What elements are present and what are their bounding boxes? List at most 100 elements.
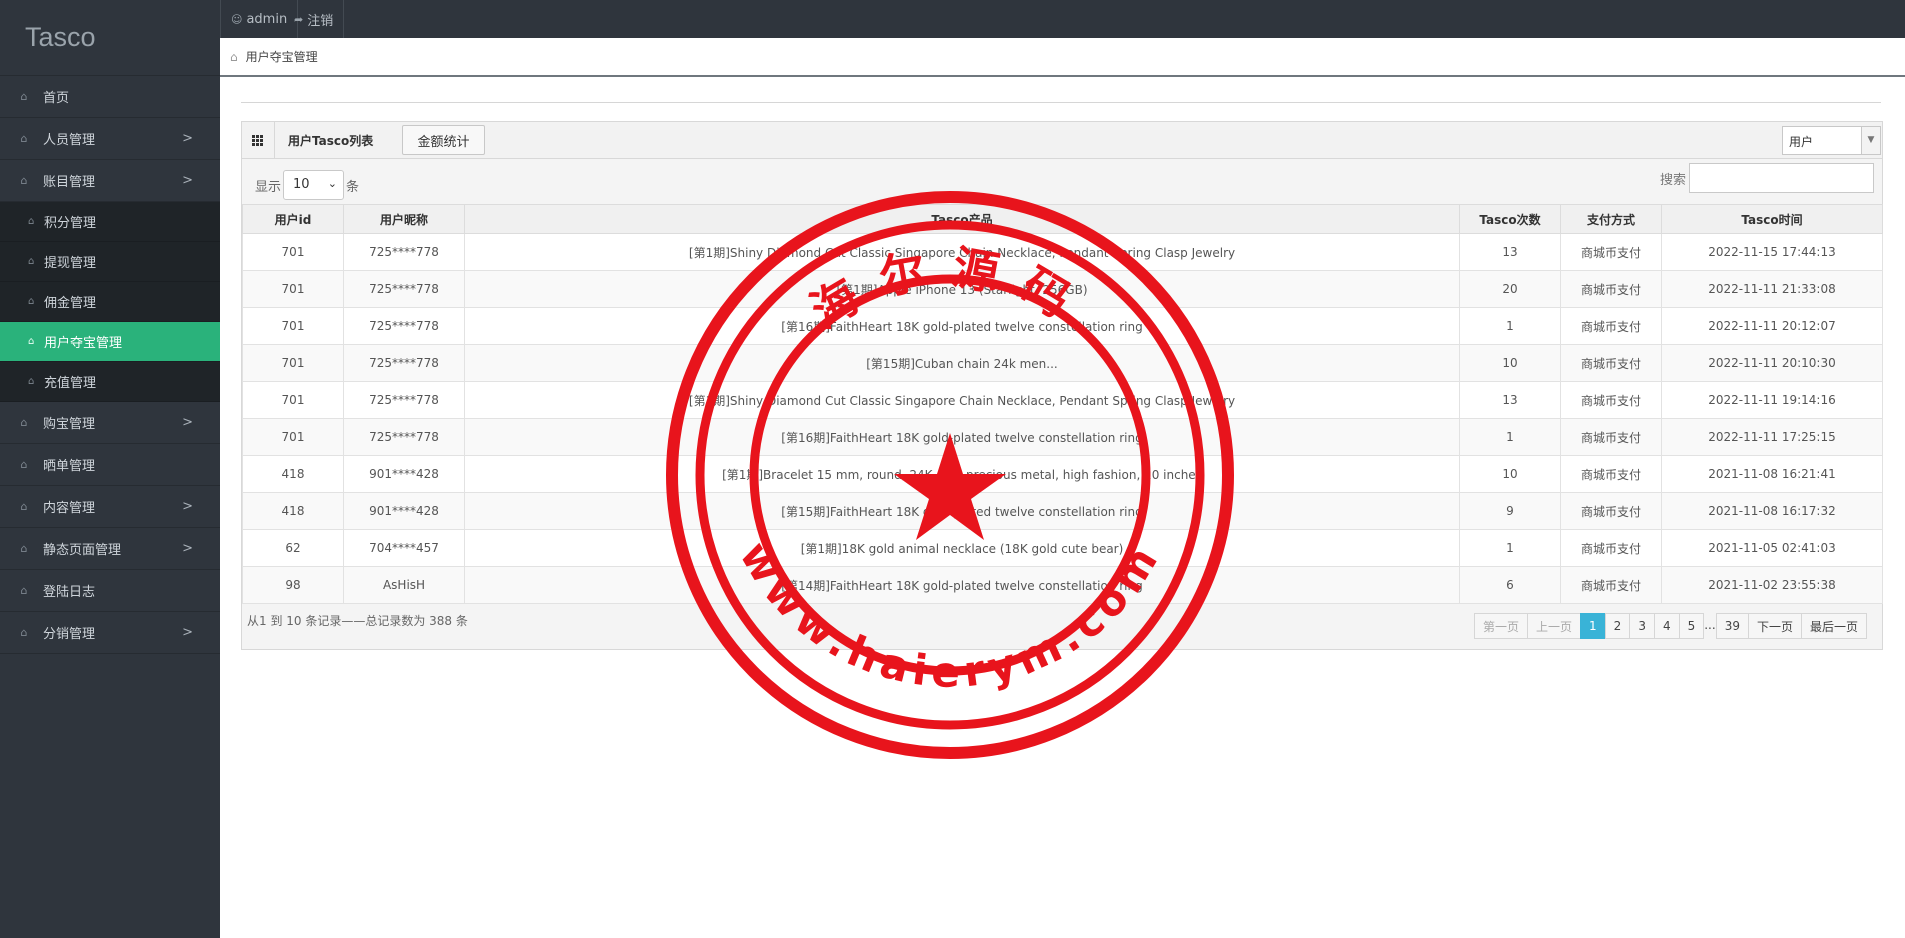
sidebar-item[interactable]: ⌂ 内容管理 > bbox=[0, 486, 220, 528]
table-cell: 725****778 bbox=[343, 381, 465, 419]
data-table: 用户id 用户昵称 Tasco产品 Tasco次数 支付方式 Tasco时间 701 725… bbox=[242, 204, 1883, 604]
home-icon: ⌂ bbox=[20, 541, 28, 555]
table-cell: 901****428 bbox=[343, 455, 465, 493]
last-page-button[interactable]: 最后一页 bbox=[1800, 613, 1867, 639]
table-cell: 1 bbox=[1459, 529, 1561, 567]
home-icon: ⌂ bbox=[20, 131, 28, 145]
page-button[interactable]: 4 bbox=[1653, 613, 1680, 639]
sidebar-subitem[interactable]: ⌂ 积分管理 bbox=[0, 202, 220, 242]
search-input[interactable] bbox=[1689, 163, 1874, 193]
table-cell: [第15期]Cuban chain 24k men... bbox=[464, 344, 1460, 382]
brand-logo[interactable]: Tasco bbox=[0, 0, 220, 76]
table-cell: 商城币支付 bbox=[1560, 381, 1662, 419]
table-cell: 2021-11-05 02:41:03 bbox=[1661, 529, 1883, 567]
home-icon[interactable]: ⌂ bbox=[230, 50, 238, 64]
logout-label: 注销 bbox=[307, 13, 334, 29]
table-row: 62 704****457 [第1期]18K gold animal necklac… bbox=[242, 529, 1883, 567]
page-button[interactable]: 3 bbox=[1629, 613, 1655, 639]
sidebar: Tasco ⌂ 首页 ⌂ 人员管理 > ⌂ 账目管理 > ⌂ 积分管理 ⌂ 提现管理 ⌂ 佣金管理 ⌂ 用户夺… bbox=[0, 0, 220, 938]
table-cell: 725****778 bbox=[343, 307, 465, 345]
table-cell: 701 bbox=[242, 381, 344, 419]
home-icon: ⌂ bbox=[20, 89, 28, 103]
sidebar-item[interactable]: ⌂ 静态页面管理 > bbox=[0, 528, 220, 570]
sidebar-item-label: 充值管理 bbox=[44, 376, 97, 391]
sidebar-subitem[interactable]: ⌂ 佣金管理 bbox=[0, 282, 220, 322]
table-cell: 10 bbox=[1459, 344, 1561, 382]
table-cell: [第1期]Bracelet 15 mm, round, 24K gold pre… bbox=[464, 455, 1460, 493]
table-cell: [第1期]Apple iPhone 13 (Starlight, 256GB) bbox=[464, 270, 1460, 308]
column-header[interactable]: Tasco产品 bbox=[464, 204, 1460, 234]
sidebar-subitem[interactable]: ⌂ 提现管理 bbox=[0, 242, 220, 282]
table-cell: 2022-11-11 17:25:15 bbox=[1661, 418, 1883, 456]
home-icon: ⌂ bbox=[28, 256, 35, 267]
table-cell: [第15期]FaithHeart 18K gold-plated twelve … bbox=[464, 492, 1460, 530]
divider bbox=[241, 102, 1881, 103]
sidebar-item[interactable]: ⌂ 首页 bbox=[0, 76, 220, 118]
sidebar-item[interactable]: ⌂ 人员管理 > bbox=[0, 118, 220, 160]
table-cell: 725****778 bbox=[343, 233, 465, 271]
home-icon: ⌂ bbox=[28, 376, 35, 387]
column-header[interactable]: Tasco时间 bbox=[1661, 204, 1883, 234]
logout-button[interactable]: ➦ 注销 bbox=[284, 0, 345, 38]
sidebar-item[interactable]: ⌂ 账目管理 > bbox=[0, 160, 220, 202]
table-cell: 20 bbox=[1459, 270, 1561, 308]
first-page-button[interactable]: 第一页 bbox=[1474, 613, 1529, 639]
column-header[interactable]: Tasco次数 bbox=[1459, 204, 1561, 234]
sidebar-item-label: 佣金管理 bbox=[44, 296, 97, 311]
table-cell: 62 bbox=[242, 529, 344, 567]
sidebar-item-label: 账目管理 bbox=[43, 175, 96, 190]
chevron-right-icon: > bbox=[182, 625, 193, 640]
table-cell: 701 bbox=[242, 344, 344, 382]
amount-stat-button[interactable]: 金额统计 bbox=[402, 125, 485, 155]
table-cell: 商城币支付 bbox=[1560, 566, 1662, 604]
show-label: 显示 bbox=[255, 179, 282, 195]
table-cell: 13 bbox=[1459, 233, 1561, 271]
page-length-select[interactable]: 10 ⌄ bbox=[283, 170, 345, 200]
table-cell: 6 bbox=[1459, 566, 1561, 604]
table-cell: 商城币支付 bbox=[1560, 307, 1662, 345]
chevron-right-icon: > bbox=[182, 541, 193, 556]
sidebar-item-label: 用户夺宝管理 bbox=[44, 336, 123, 351]
filter-select[interactable]: 用户 ▼ bbox=[1782, 126, 1881, 155]
sidebar-item-label: 内容管理 bbox=[43, 501, 96, 516]
page-button[interactable]: 1 bbox=[1580, 613, 1606, 639]
panel-header: 用户Tasco列表 金额统计 用户 ▼ bbox=[242, 122, 1882, 159]
prev-page-button[interactable]: 上一页 bbox=[1527, 613, 1582, 639]
home-icon: ⌂ bbox=[20, 457, 28, 471]
table-row: 98 AsHisH [第14期]FaithHeart 18K gold-plated… bbox=[242, 566, 1883, 604]
table-row: 701 725****778 [第16期]FaithHeart 18K gold-p… bbox=[242, 307, 1883, 345]
table-row: 701 725****778 [第15期]Cuban chain 24k men..… bbox=[242, 344, 1883, 382]
table-header-row: 用户id 用户昵称 Tasco产品 Tasco次数 支付方式 Tasco时间 bbox=[242, 204, 1883, 234]
sidebar-subitem[interactable]: ⌂ 用户夺宝管理 bbox=[0, 322, 220, 362]
top-bar: ☺ admin ➦ 注销 bbox=[220, 0, 1905, 38]
filter-select-value: 用户 bbox=[1789, 135, 1814, 149]
table-cell: 商城币支付 bbox=[1560, 344, 1662, 382]
page-button-last-number[interactable]: 39 bbox=[1715, 613, 1749, 639]
sidebar-subitem[interactable]: ⌂ 充值管理 bbox=[0, 362, 220, 402]
table-cell: 商城币支付 bbox=[1560, 492, 1662, 530]
breadcrumb: ⌂ 用户夺宝管理 bbox=[220, 38, 1905, 77]
chevron-down-icon: ⌄ bbox=[327, 177, 338, 190]
user-name: admin bbox=[246, 11, 288, 27]
entries-label: 条 bbox=[346, 179, 360, 195]
next-page-button[interactable]: 下一页 bbox=[1747, 613, 1802, 639]
column-header[interactable]: 用户id bbox=[242, 204, 344, 234]
sidebar-item[interactable]: ⌂ 登陆日志 bbox=[0, 570, 220, 612]
table-cell: [第1期]Shiny Diamond Cut Classic Singapore… bbox=[464, 381, 1460, 419]
page-length-value: 10 bbox=[293, 177, 310, 192]
search-label: 搜索 bbox=[1659, 172, 1686, 188]
sidebar-item[interactable]: ⌂ 购宝管理 > bbox=[0, 402, 220, 444]
table-cell: 2021-11-08 16:17:32 bbox=[1661, 492, 1883, 530]
column-header[interactable]: 支付方式 bbox=[1560, 204, 1662, 234]
table-row: 701 725****778 [第1期]Shiny Diamond Cut Clas… bbox=[242, 381, 1883, 419]
table-cell: [第14期]FaithHeart 18K gold-plated twelve … bbox=[464, 566, 1460, 604]
table-cell: 10 bbox=[1459, 455, 1561, 493]
sidebar-item-label: 积分管理 bbox=[44, 216, 97, 231]
page-button[interactable]: 2 bbox=[1604, 613, 1631, 639]
column-header[interactable]: 用户昵称 bbox=[343, 204, 465, 234]
sidebar-item[interactable]: ⌂ 分销管理 > bbox=[0, 612, 220, 654]
table-cell: 商城币支付 bbox=[1560, 418, 1662, 456]
page-button[interactable]: 5 bbox=[1678, 613, 1705, 639]
sidebar-item-label: 静态页面管理 bbox=[43, 543, 122, 558]
sidebar-item[interactable]: ⌂ 晒单管理 bbox=[0, 444, 220, 486]
